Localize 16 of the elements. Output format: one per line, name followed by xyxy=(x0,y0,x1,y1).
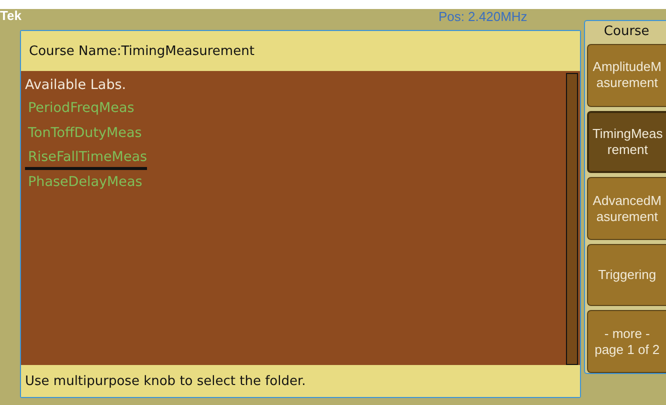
status-message: Use multipurpose knob to select the folder. xyxy=(21,365,580,397)
list-heading: Available Labs. xyxy=(25,76,128,95)
lab-item[interactable]: PeriodFreqMeas xyxy=(25,96,134,120)
menu-title: Course xyxy=(602,23,650,40)
menu-button[interactable]: AmplitudeM asurement xyxy=(587,44,666,107)
menu-button[interactable]: Triggering xyxy=(587,244,666,306)
course-name-label: Course Name:TimingMeasurement xyxy=(21,31,580,71)
position-readout: Pos: 2.420MHz xyxy=(438,9,528,24)
lab-item[interactable]: TonToffDutyMeas xyxy=(25,120,142,145)
menu-button[interactable]: AdvancedM asurement xyxy=(587,177,666,240)
scrollbar[interactable] xyxy=(566,73,578,365)
brand-label: Tek xyxy=(0,8,22,23)
menu-button[interactable]: TimingMeas rement xyxy=(587,110,666,174)
lab-item[interactable]: PhaseDelayMeas xyxy=(25,170,142,194)
lab-item[interactable]: RiseFallTimeMeas xyxy=(25,145,148,170)
menu-button[interactable]: - more - page 1 of 2 xyxy=(587,310,666,373)
